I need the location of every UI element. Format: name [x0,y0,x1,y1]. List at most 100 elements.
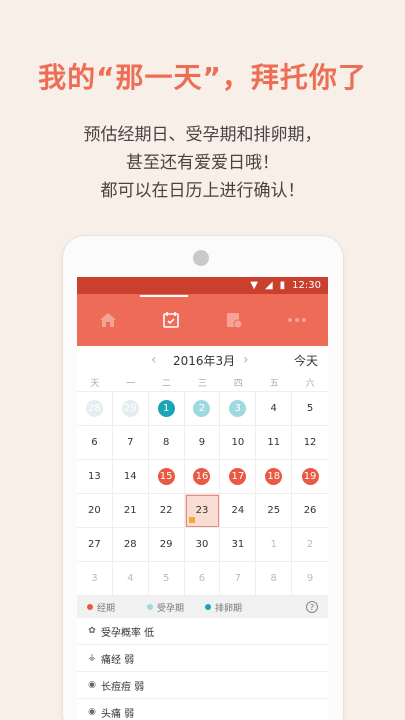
calendar-day[interactable]: 30 [184,528,221,562]
weekday-label: 五 [269,379,279,389]
calendar-grid: 28 29 1 2 3 4 5 6 7 8 9 10 11 12 13 14 15 16 17 18 19 20 21 22 2… [77,391,328,596]
info-row-headache[interactable]: ◉ 头痛 弱 [77,699,328,720]
legend-fertile: 受孕期 [147,601,184,614]
calendar-day[interactable]: 20 [77,494,113,528]
calendar-day[interactable]: 22 [148,494,185,528]
calendar-day[interactable]: 29 [112,392,149,426]
day-number: 20 [88,505,101,516]
day-number: 8 [162,437,170,448]
tab-more[interactable] [265,294,328,346]
day-number: 25 [267,505,281,516]
day-number: 6 [198,573,206,584]
tab-notes[interactable] [203,294,266,346]
day-number: 29 [121,400,139,417]
weekday-label: 天 [90,379,100,389]
calendar-day[interactable]: 9 [292,562,328,596]
day-number: 10 [231,437,245,448]
calendar-day[interactable]: 29 [148,528,185,562]
calendar-day[interactable]: 14 [112,460,149,494]
subtitle-line-3: 都可以在日历上进行确认！ [100,181,305,201]
legend-fertile-label: 受孕期 [157,603,185,614]
info-row-text: 受孕概率 低 [101,627,155,639]
day-number: 13 [88,471,101,482]
calendar-day[interactable]: 5 [148,562,185,596]
headache-icon: ◉ [88,707,96,717]
chevron-left-icon[interactable]: ‹ [151,352,157,368]
day-number: 2 [306,539,314,550]
notes-icon [226,313,243,329]
calendar-day[interactable]: 27 [77,528,113,562]
calendar-day[interactable]: 5 [292,392,328,426]
battery-icon: ▮ [279,280,286,291]
info-row-fertility[interactable]: ✿ 受孕概率 低 [77,618,328,645]
calendar-day[interactable]: 26 [292,494,328,528]
day-number: 8 [270,573,277,584]
info-row-cramps[interactable]: ⚶ 痛经 弱 [77,645,328,672]
app-tab-bar [77,294,328,346]
day-number: 3 [91,573,98,584]
calendar-day[interactable]: 31 [220,528,257,562]
calendar-day[interactable]: 6 [184,562,221,596]
calendar-day[interactable]: 8 [256,562,293,596]
day-number: 9 [198,437,206,448]
calendar-day[interactable]: 11 [256,426,293,460]
month-navigation: ‹ 2016年3月 › 今天 [77,346,328,374]
today-button[interactable]: 今天 [294,352,318,369]
calendar-day[interactable]: 21 [112,494,149,528]
calendar-day[interactable]: 15 [148,460,185,494]
calendar-day[interactable]: 2 [184,392,221,426]
day-number: 21 [123,505,137,516]
calendar-day[interactable]: 4 [256,392,293,426]
calendar-day[interactable]: 12 [292,426,328,460]
day-number: 18 [265,468,283,485]
calendar-day[interactable]: 9 [184,426,221,460]
day-number: 28 [85,400,103,417]
active-tab-indicator [140,295,188,297]
calendar-day[interactable]: 24 [220,494,257,528]
calendar-day[interactable]: 10 [220,426,257,460]
calendar-day[interactable]: 23 [184,494,221,528]
more-icon [287,318,306,322]
info-row-text: 头痛 弱 [101,708,135,720]
calendar-day[interactable]: 3 [220,392,257,426]
acne-icon: ◉ [88,680,96,690]
calendar-day[interactable]: 7 [220,562,257,596]
day-number: 1 [270,539,277,550]
calendar-day[interactable]: 6 [77,426,113,460]
chevron-right-icon[interactable]: › [243,352,249,368]
tab-calendar[interactable] [140,294,203,346]
calendar-day[interactable]: 13 [77,460,113,494]
calendar-day[interactable]: 28 [112,528,149,562]
day-number: 28 [123,539,137,550]
weekday-label: 一 [126,379,136,389]
calendar-day[interactable]: 1 [148,392,185,426]
weekday-label: 三 [197,379,207,389]
day-number: 3 [229,400,247,417]
subtitle-line-2: 甚至还有爱爱日哦！ [126,153,279,173]
info-row-text: 长痘痘 弱 [101,681,145,693]
calendar-day[interactable]: 3 [77,562,113,596]
day-number: 1 [157,400,175,417]
info-row-acne[interactable]: ◉ 长痘痘 弱 [77,672,328,699]
calendar-day[interactable]: 2 [292,528,328,562]
day-number: 23 [195,505,209,516]
help-icon[interactable]: ? [306,601,318,613]
tab-home[interactable] [77,294,140,346]
day-number: 15 [157,468,175,485]
calendar-day[interactable]: 7 [112,426,149,460]
calendar-day[interactable]: 4 [112,562,149,596]
calendar-day[interactable]: 19 [292,460,328,494]
calendar-day[interactable]: 17 [220,460,257,494]
calendar-day[interactable]: 25 [256,494,293,528]
day-number: 27 [88,539,101,550]
phone-speaker [193,250,209,266]
day-number: 26 [303,505,317,516]
legend: 经期 受孕期 排卵期 ? [77,596,328,618]
calendar-day[interactable]: 16 [184,460,221,494]
calendar-day[interactable]: 28 [77,392,113,426]
calendar-day[interactable]: 1 [256,528,293,562]
calendar-icon [163,312,179,328]
day-number: 12 [303,437,317,448]
calendar-day[interactable]: 8 [148,426,185,460]
calendar-day[interactable]: 18 [256,460,293,494]
